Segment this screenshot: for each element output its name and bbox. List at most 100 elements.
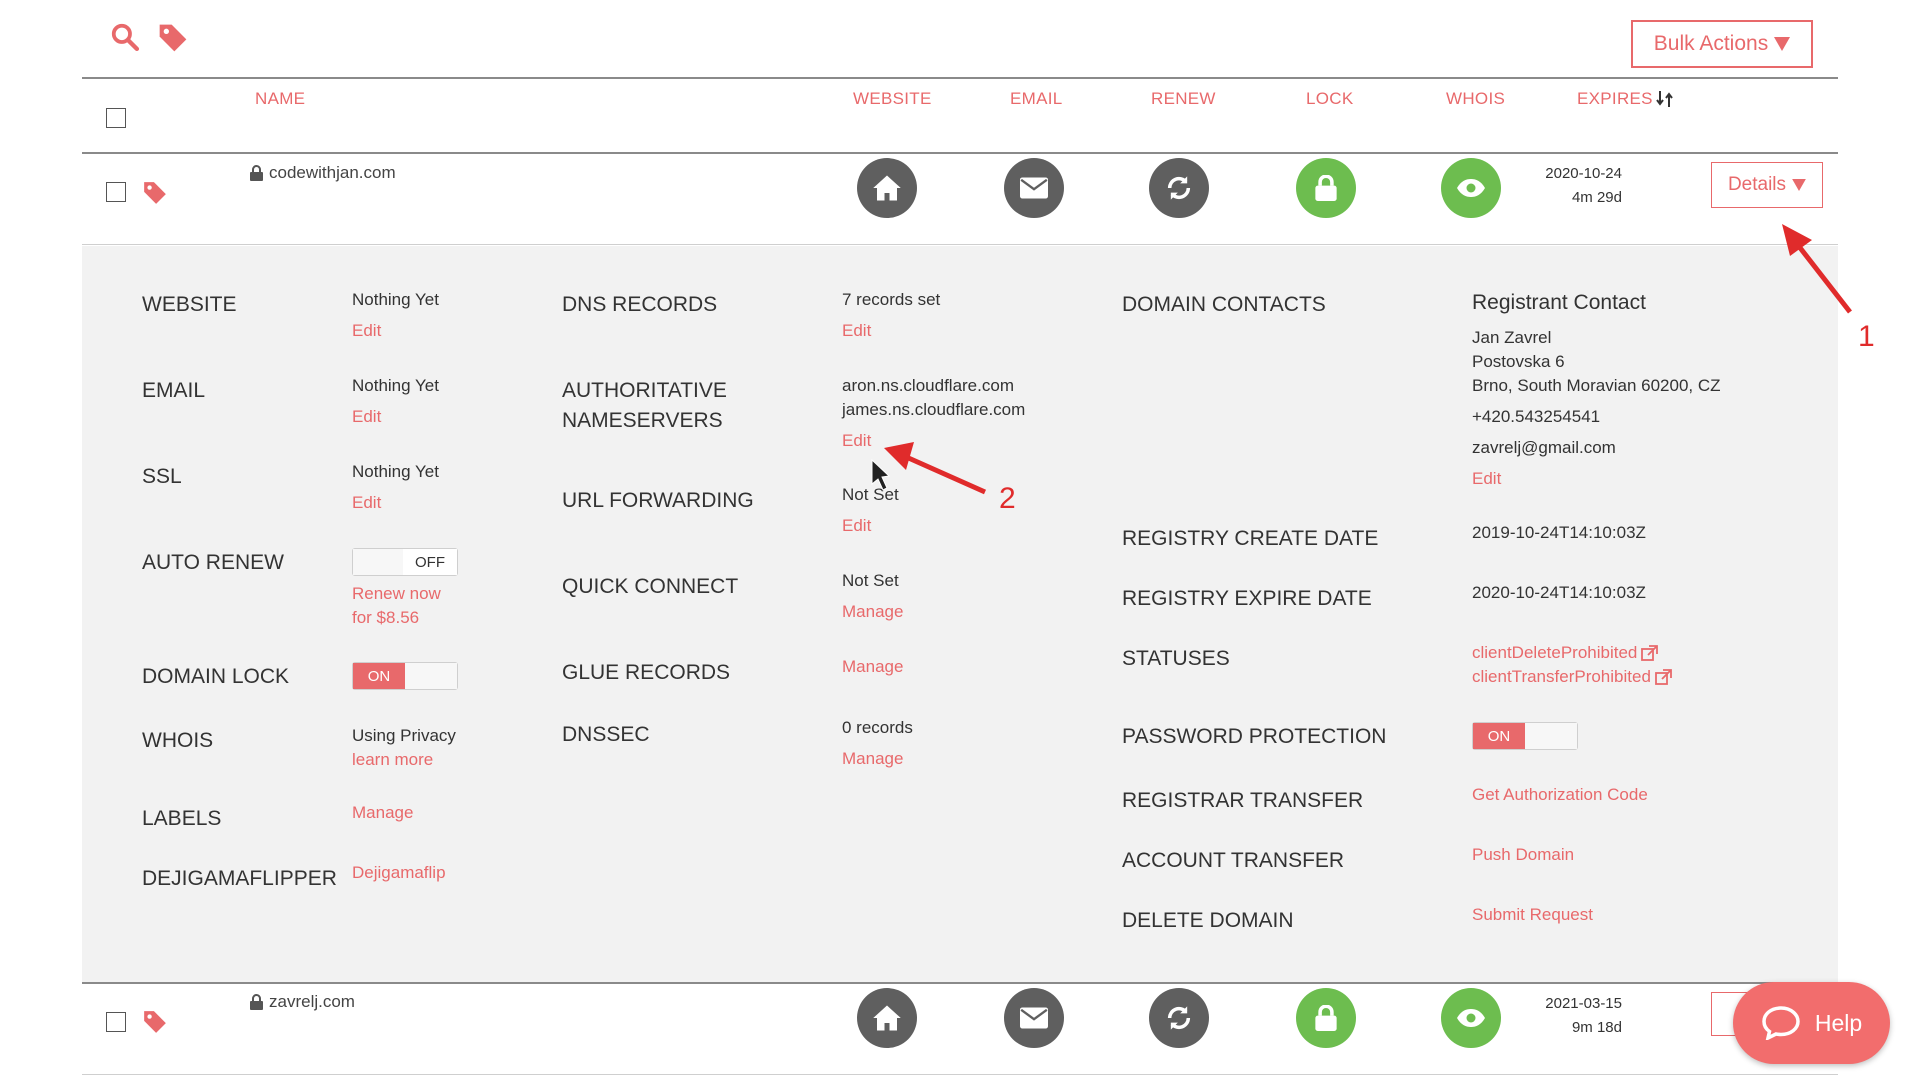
whois-value: Using Privacy	[352, 726, 456, 745]
padlock-icon	[1315, 1005, 1337, 1031]
column-header-website: WEBSITE	[853, 89, 932, 108]
dnssec-value: 0 records	[842, 718, 913, 737]
expires-remaining: 4m 29d	[1571, 189, 1622, 206]
status-text: clientTransferProhibited	[1472, 667, 1651, 686]
expires-date: 2020-10-24	[1545, 165, 1622, 182]
email-edit-link[interactable]: Edit	[352, 405, 381, 429]
nameservers-edit-link[interactable]: Edit	[842, 429, 871, 453]
account-transfer-label: ACCOUNT TRANSFER	[1122, 849, 1345, 872]
registrant-email: zavrelj@gmail.com	[1472, 438, 1616, 457]
renew-now-link[interactable]: Renew now for $8.56	[352, 582, 441, 630]
bulk-actions-button[interactable]: Bulk Actions	[1631, 20, 1813, 68]
refresh-icon	[1167, 176, 1191, 200]
website-button[interactable]	[857, 988, 917, 1048]
renew-button[interactable]	[1149, 158, 1209, 218]
whois-button[interactable]	[1441, 988, 1501, 1048]
eye-icon	[1457, 1009, 1485, 1027]
sort-icon	[1655, 91, 1673, 107]
email-button[interactable]	[1004, 158, 1064, 218]
header-divider	[82, 152, 1838, 154]
toggle-state: ON	[1473, 723, 1525, 749]
domain-contacts-label: DOMAIN CONTACTS	[1122, 293, 1326, 316]
annotation-number-2: 2	[999, 482, 1016, 515]
toggle-track	[405, 663, 457, 689]
row-checkbox[interactable]	[106, 182, 126, 202]
domain-lock-toggle[interactable]: ON	[352, 662, 458, 690]
password-protection-toggle[interactable]: ON	[1472, 722, 1578, 750]
chat-icon	[1762, 1006, 1800, 1040]
annotation-number-1: 1	[1858, 320, 1875, 353]
caret-down-icon	[1792, 179, 1806, 191]
labels-manage-link[interactable]: Manage	[352, 801, 413, 825]
tag-icon[interactable]	[157, 22, 189, 54]
dnssec-label: DNSSEC	[562, 723, 650, 746]
domain-name[interactable]: codewithjan.com	[250, 163, 396, 183]
auto-renew-label: AUTO RENEW	[142, 551, 284, 574]
column-header-expires[interactable]: EXPIRES	[1577, 89, 1674, 109]
home-icon	[873, 1005, 901, 1031]
expires-remaining: 9m 18d	[1571, 1019, 1622, 1036]
website-edit-link[interactable]: Edit	[352, 319, 381, 343]
whois-learn-more-link[interactable]: learn more	[352, 748, 433, 772]
caret-down-icon	[1774, 37, 1791, 51]
help-button[interactable]: Help	[1733, 982, 1890, 1064]
auto-renew-toggle[interactable]: OFF	[352, 548, 458, 576]
renew-button[interactable]	[1149, 988, 1209, 1048]
renew-now-line1: Renew now	[352, 584, 441, 603]
toggle-track	[1525, 723, 1577, 749]
lock-button[interactable]	[1296, 988, 1356, 1048]
email-value: Nothing Yet	[352, 376, 439, 395]
password-protection-label: PASSWORD PROTECTION	[1122, 725, 1387, 748]
toolbar-divider	[82, 77, 1838, 79]
column-header-email: EMAIL	[1010, 89, 1063, 108]
lock-button[interactable]	[1296, 158, 1356, 218]
search-icon[interactable]	[110, 22, 140, 52]
select-all-checkbox[interactable]	[106, 108, 126, 128]
status-text: clientDeleteProhibited	[1472, 643, 1638, 662]
url-forwarding-value: Not Set	[842, 485, 899, 504]
tag-icon[interactable]	[142, 1009, 168, 1035]
push-domain-link[interactable]: Push Domain	[1472, 843, 1574, 867]
glue-records-manage-link[interactable]: Manage	[842, 655, 903, 679]
domain-lock-label: DOMAIN LOCK	[142, 665, 290, 688]
registrant-edit-link[interactable]: Edit	[1472, 467, 1501, 491]
renew-now-line2: for $8.56	[352, 608, 420, 627]
auth-label-line1: AUTHORITATIVE	[562, 379, 727, 402]
row-divider	[82, 244, 1838, 245]
details-label: Details	[1727, 174, 1787, 195]
status-client-transfer-prohibited[interactable]: clientTransferProhibited	[1472, 665, 1673, 689]
submit-request-link[interactable]: Submit Request	[1472, 903, 1593, 927]
labels-label: LABELS	[142, 807, 222, 830]
domain-name[interactable]: zavrelj.com	[250, 992, 355, 1012]
refresh-icon	[1167, 1006, 1191, 1030]
column-header-whois: WHOIS	[1446, 89, 1506, 108]
row-checkbox[interactable]	[106, 1012, 126, 1032]
dnssec-manage-link[interactable]: Manage	[842, 747, 903, 771]
external-link-icon	[1641, 645, 1659, 661]
whois-button[interactable]	[1441, 158, 1501, 218]
registrant-phone: +420.543254541	[1472, 407, 1601, 426]
external-link-icon	[1655, 669, 1672, 685]
dejigamaflip-link[interactable]: Dejigamaflip	[352, 861, 446, 885]
registrant-name: Jan Zavrel	[1472, 328, 1552, 347]
url-forwarding-edit-link[interactable]: Edit	[842, 514, 871, 538]
expires-date: 2021-03-15	[1545, 995, 1622, 1012]
tag-icon[interactable]	[142, 180, 168, 206]
website-button[interactable]	[857, 158, 917, 218]
quick-connect-manage-link[interactable]: Manage	[842, 600, 903, 624]
get-authorization-code-link[interactable]: Get Authorization Code	[1472, 783, 1648, 807]
whois-label: WHOIS	[142, 729, 214, 752]
registrant-city: Brno, South Moravian 60200, CZ	[1472, 376, 1721, 395]
column-header-expires-label: EXPIRES	[1577, 89, 1653, 108]
dns-records-edit-link[interactable]: Edit	[842, 319, 871, 343]
email-button[interactable]	[1004, 988, 1064, 1048]
glue-records-label: GLUE RECORDS	[562, 661, 731, 684]
registry-expire-date-label: REGISTRY EXPIRE DATE	[1122, 587, 1372, 610]
bulk-actions-label: Bulk Actions	[1653, 32, 1769, 55]
envelope-icon	[1020, 177, 1048, 199]
column-header-name[interactable]: NAME	[255, 89, 305, 109]
ssl-edit-link[interactable]: Edit	[352, 491, 381, 515]
status-client-delete-prohibited[interactable]: clientDeleteProhibited	[1472, 641, 1659, 665]
details-button[interactable]: Details	[1711, 162, 1823, 208]
lock-icon	[250, 165, 263, 181]
